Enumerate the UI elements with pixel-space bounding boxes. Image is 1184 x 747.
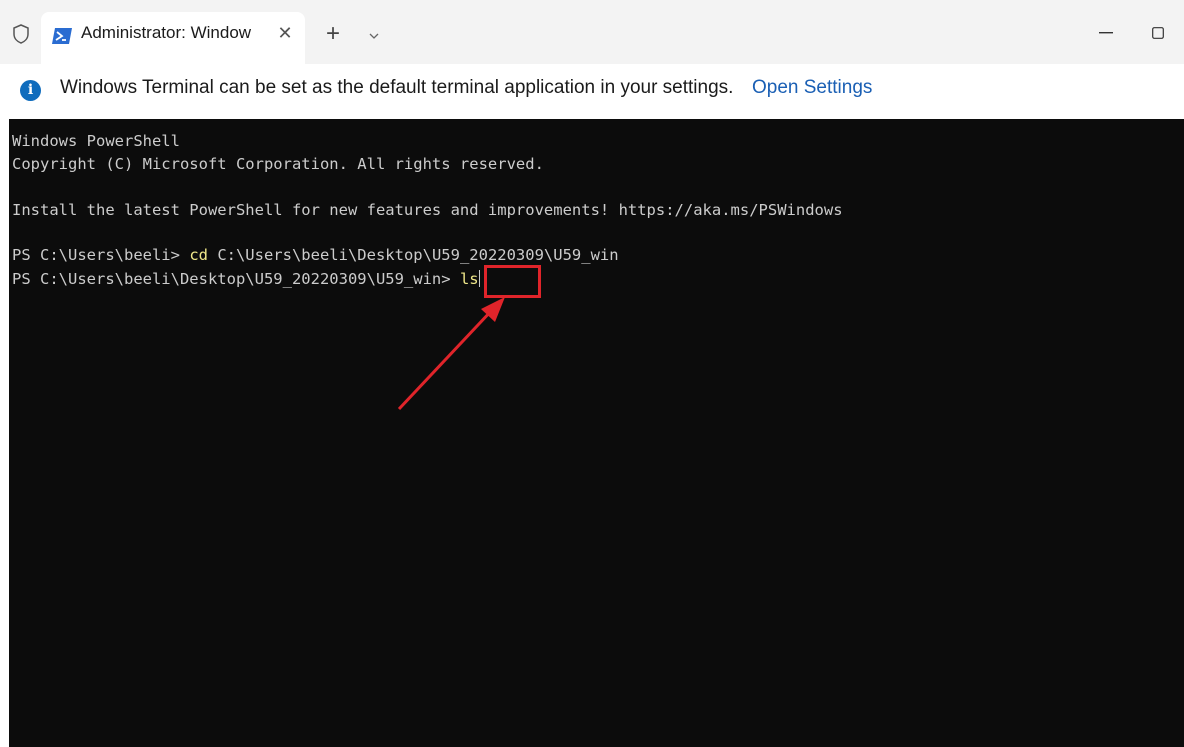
current-command: ls [459,270,479,288]
open-settings-link[interactable]: Open Settings [752,77,872,99]
text-cursor [478,270,480,287]
minimize-button[interactable] [1088,18,1124,48]
terminal-output[interactable]: Windows PowerShell Copyright (C) Microso… [9,119,1184,747]
terminal-line: Windows PowerShell [12,132,180,150]
info-bar: i Windows Terminal can be set as the def… [0,64,1184,119]
command-args: C:\Users\beeli\Desktop\U59_20220309\U59_… [207,246,619,264]
tab-administrator-powershell[interactable]: Administrator: Window ✕ [41,12,305,64]
terminal-input-line[interactable]: PS C:\Users\beeli\Desktop\U59_20220309\U… [12,269,480,289]
info-icon: i [20,80,41,101]
terminal-line: Copyright (C) Microsoft Corporation. All… [12,155,544,173]
powershell-icon [52,28,72,44]
info-message: Windows Terminal can be set as the defau… [60,77,734,98]
terminal-command-line: PS C:\Users\beeli> cd C:\Users\beeli\Des… [12,245,619,265]
tab-title: Administrator: Window [81,23,252,42]
tab-close-icon[interactable]: ✕ [275,23,295,43]
chevron-down-icon[interactable] [362,26,386,46]
annotation-arrow-icon [397,297,505,411]
terminal-line: Install the latest PowerShell for new fe… [12,201,843,219]
maximize-button[interactable] [1140,18,1176,48]
terminal-window: Administrator: Window ✕ + i Windows Term… [0,0,1184,747]
command-keyword: cd [189,246,208,264]
title-bar: Administrator: Window ✕ + [0,0,1184,64]
shield-icon[interactable] [10,22,32,46]
prompt: PS C:\Users\beeli\Desktop\U59_20220309\U… [12,270,460,288]
new-tab-button[interactable]: + [318,20,348,50]
prompt: PS C:\Users\beeli> [12,246,190,264]
